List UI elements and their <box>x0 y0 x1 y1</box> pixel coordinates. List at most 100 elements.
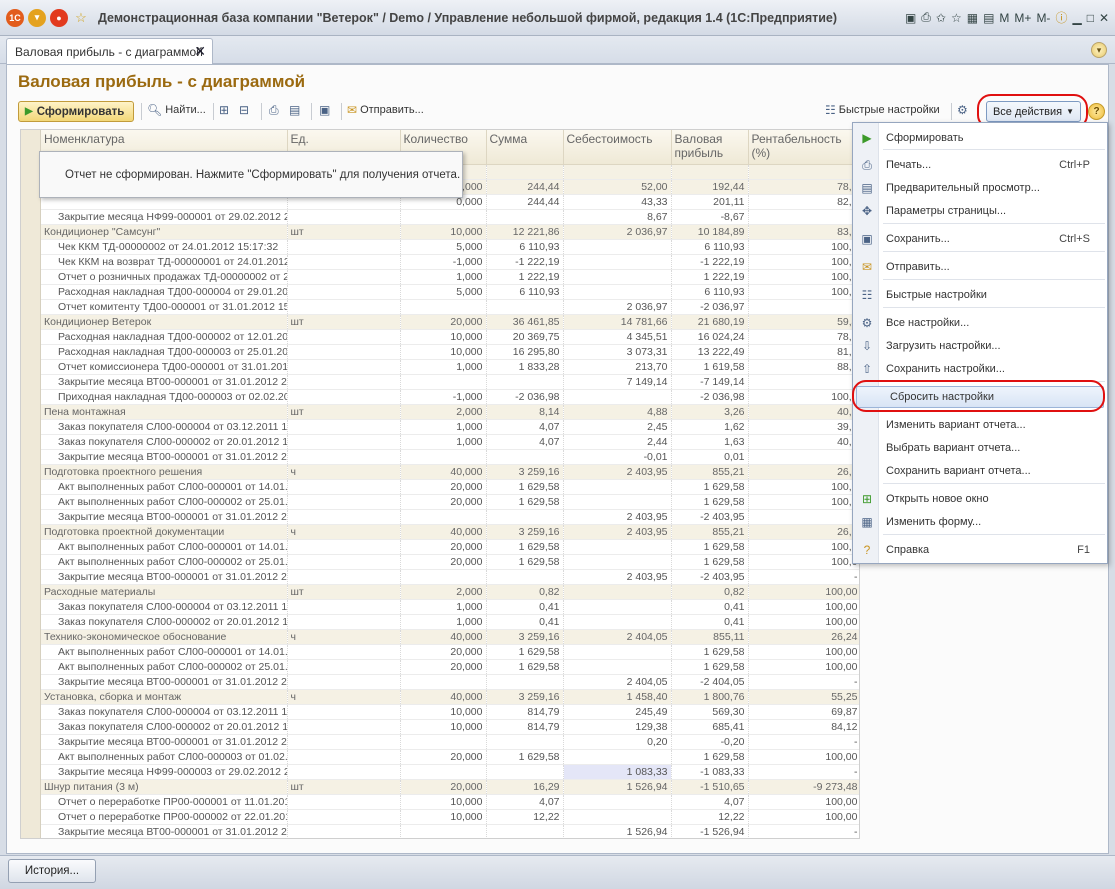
table-cell[interactable]: -9 273,48 <box>748 779 859 795</box>
table-cell[interactable]: 100,0 <box>748 539 859 555</box>
table-row[interactable]: Закрытие месяца ВТ00-000001 от 31.01.201… <box>41 734 859 750</box>
table-cell[interactable]: 78,7 <box>748 179 859 195</box>
table-cell[interactable]: Заказ покупателя СЛ00-000004 от 03.12.20… <box>41 704 288 720</box>
table-cell[interactable] <box>287 449 401 465</box>
table-cell[interactable]: Отчет о розничных продажах ТД-00000002 о… <box>41 269 288 285</box>
table-cell[interactable] <box>287 539 401 555</box>
table-cell[interactable]: 20,000 <box>400 479 487 495</box>
menu-item[interactable]: ✥ Параметры страницы... <box>853 200 1107 222</box>
table-cell[interactable]: 2 036,97 <box>563 224 672 240</box>
table-row[interactable]: Заказ покупателя СЛ00-000004 от 03.12.20… <box>41 704 859 720</box>
table-cell[interactable]: Расходная накладная ТД00-000003 от 25.01… <box>41 344 288 360</box>
table-cell[interactable]: Акт выполненных работ СЛ00-000002 от 25.… <box>41 554 288 570</box>
table-row[interactable]: Чек ККМ ТД-00000002 от 24.01.2012 15:17:… <box>41 239 859 255</box>
table-row[interactable]: Закрытие месяца ВТ00-000001 от 31.01.201… <box>41 374 859 390</box>
table-row[interactable]: Закрытие месяца ВТ00-000001 от 31.01.201… <box>41 449 859 465</box>
table-cell[interactable]: Отчет комиссионера ТД00-000001 от 31.01.… <box>41 359 288 375</box>
table-cell[interactable] <box>563 644 672 660</box>
table-cell[interactable]: 1 629,58 <box>486 749 564 765</box>
table-cell[interactable]: -2 403,95 <box>671 569 749 585</box>
table-cell[interactable] <box>287 269 401 285</box>
table-cell[interactable] <box>287 614 401 630</box>
group-row[interactable]: Подготовка проектного решения ч 40,000 3 25… <box>41 464 859 480</box>
table-cell[interactable] <box>287 749 401 765</box>
table-cell[interactable] <box>563 479 672 495</box>
table-row[interactable]: Акт выполненных работ СЛ00-000001 от 14.… <box>41 644 859 660</box>
table-cell[interactable]: -2 036,98 <box>671 389 749 405</box>
table-cell[interactable]: ч <box>287 464 401 480</box>
table-cell[interactable]: 100,0 <box>748 254 859 270</box>
table-cell[interactable]: -7 149,14 <box>671 374 749 390</box>
table-cell[interactable]: 1 222,19 <box>671 269 749 285</box>
table-cell[interactable]: 855,21 <box>671 524 749 540</box>
table-cell[interactable]: Установка, сборка и монтаж <box>41 689 288 705</box>
table-row[interactable]: Акт выполненных работ СЛ00-000001 от 14.… <box>41 479 859 495</box>
table-cell[interactable]: - <box>748 449 859 465</box>
table-cell[interactable]: 6 110,93 <box>671 239 749 255</box>
maximize-icon[interactable]: □ <box>1087 11 1094 25</box>
table-cell[interactable]: шт <box>287 224 401 240</box>
table-row[interactable]: Акт выполненных работ СЛ00-000003 от 01.… <box>41 749 859 765</box>
table-cell[interactable]: 100,0 <box>748 554 859 570</box>
table-cell[interactable]: 244,44 <box>486 194 564 210</box>
table-cell[interactable]: 2,000 <box>400 584 487 600</box>
table-cell[interactable]: 10 184,89 <box>671 224 749 240</box>
table-cell[interactable] <box>287 659 401 675</box>
table-cell[interactable] <box>287 569 401 585</box>
table-cell[interactable]: Приходная накладная ТД00-000003 от 02.02… <box>41 389 288 405</box>
table-cell[interactable] <box>400 674 487 690</box>
table-cell[interactable]: 2,45 <box>563 419 672 435</box>
table-cell[interactable] <box>287 389 401 405</box>
table-cell[interactable]: Заказ покупателя СЛ00-000002 от 20.01.20… <box>41 614 288 630</box>
table-cell[interactable]: 40,000 <box>400 524 487 540</box>
memory-m-button[interactable]: M <box>999 11 1009 25</box>
table-cell[interactable]: 40,000 <box>400 629 487 645</box>
table-cell[interactable]: 20,000 <box>400 554 487 570</box>
table-cell[interactable]: - <box>748 824 859 838</box>
table-cell[interactable]: 5,000 <box>400 284 487 300</box>
menu-item[interactable]: ✉ Отправить... <box>853 256 1107 278</box>
memory-minus-button[interactable]: M- <box>1036 11 1050 25</box>
table-cell[interactable]: Акт выполненных работ СЛ00-000003 от 01.… <box>41 749 288 765</box>
table-cell[interactable]: 55,25 <box>748 689 859 705</box>
minimize-icon[interactable]: ▁ <box>1072 11 1081 25</box>
table-cell[interactable]: ч <box>287 689 401 705</box>
table-cell[interactable]: Заказ покупателя СЛ00-000004 от 03.12.20… <box>41 599 288 615</box>
table-cell[interactable]: 213,70 <box>563 359 672 375</box>
table-cell[interactable]: Шнур питания (3 м) <box>41 779 288 795</box>
table-cell[interactable] <box>287 764 401 780</box>
table-cell[interactable]: 82,2 <box>748 194 859 210</box>
table-cell[interactable]: 12 221,86 <box>486 224 564 240</box>
table-cell[interactable]: 4,07 <box>486 794 564 810</box>
table-cell[interactable] <box>563 599 672 615</box>
table-cell[interactable]: 3 259,16 <box>486 689 564 705</box>
table-cell[interactable]: 100,0 <box>748 269 859 285</box>
table-cell[interactable]: -1 526,94 <box>671 824 749 838</box>
menu-item[interactable]: ▣ Сохранить... Ctrl+S <box>853 228 1107 250</box>
table-cell[interactable]: 2 403,95 <box>563 524 672 540</box>
table-cell[interactable]: 0,20 <box>563 734 672 750</box>
table-cell[interactable]: 10,000 <box>400 719 487 735</box>
table-cell[interactable]: 10,000 <box>400 794 487 810</box>
table-cell[interactable]: 16 024,24 <box>671 329 749 345</box>
table-cell[interactable]: Расходные материалы <box>41 584 288 600</box>
table-cell[interactable] <box>400 299 487 315</box>
table-cell[interactable]: 0,41 <box>486 599 564 615</box>
group-row[interactable]: Шнур питания (3 м) шт 20,000 16,29 1 526,94-… <box>41 779 859 795</box>
table-cell[interactable] <box>287 419 401 435</box>
table-cell[interactable] <box>563 614 672 630</box>
table-cell[interactable] <box>486 299 564 315</box>
menu-item[interactable]: ⊞ Открыть новое окно <box>853 488 1107 510</box>
table-cell[interactable]: Пена монтажная <box>41 404 288 420</box>
table-cell[interactable] <box>486 824 564 838</box>
table-cell[interactable] <box>400 209 487 225</box>
table-row[interactable]: Расходная накладная ТД00-000003 от 25.01… <box>41 344 859 360</box>
group-row[interactable]: Кондиционер "Самсунг" шт 10,000 12 221,86 2 … <box>41 224 859 240</box>
table-cell[interactable]: 10,000 <box>400 329 487 345</box>
table-row[interactable]: Заказ покупателя СЛ00-000002 от 20.01.20… <box>41 434 859 450</box>
table-cell[interactable]: 855,21 <box>671 464 749 480</box>
table-cell[interactable] <box>287 599 401 615</box>
table-cell[interactable]: 13 222,49 <box>671 344 749 360</box>
table-row[interactable]: Акт выполненных работ СЛ00-000002 от 25.… <box>41 659 859 675</box>
table-cell[interactable]: 1 526,94 <box>563 779 672 795</box>
